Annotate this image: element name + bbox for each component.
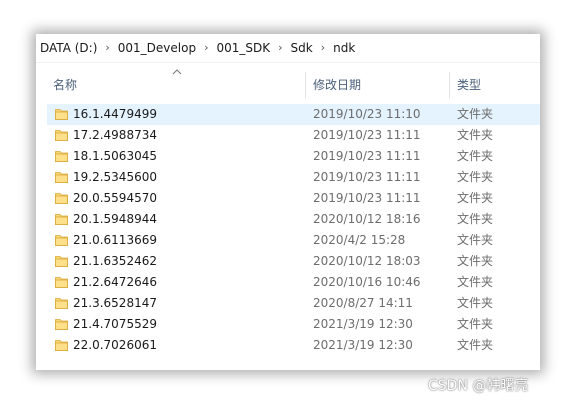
file-row[interactable]: 22.0.7026061 2021/3/19 12:30 文件夹 [47, 335, 540, 356]
file-name: 21.2.6472646 [73, 275, 157, 289]
file-row[interactable]: 20.1.5948944 2020/10/12 18:16 文件夹 [47, 209, 540, 230]
column-divider[interactable] [305, 72, 306, 99]
chevron-right-icon[interactable]: › [200, 37, 212, 59]
breadcrumb-item-sdk-folder[interactable]: 001_SDK [213, 37, 275, 59]
column-header-row: 名称 修改日期 类型 [36, 69, 540, 99]
chevron-right-icon[interactable]: › [101, 37, 113, 59]
folder-icon [55, 192, 68, 204]
breadcrumb-item-drive[interactable]: DATA (D:) [36, 37, 101, 59]
file-name: 21.3.6528147 [73, 296, 157, 310]
file-type: 文件夹 [457, 338, 494, 352]
file-type: 文件夹 [457, 275, 494, 289]
address-breadcrumb[interactable]: DATA (D:) › 001_Develop › 001_SDK › Sdk … [36, 34, 540, 63]
file-row[interactable]: 18.1.5063045 2019/10/23 11:11 文件夹 [47, 146, 540, 167]
file-type: 文件夹 [457, 233, 494, 247]
file-name: 22.0.7026061 [73, 338, 157, 352]
file-modified-date: 2019/10/23 11:11 [313, 149, 421, 163]
column-divider[interactable] [449, 72, 450, 99]
file-row[interactable]: 21.3.6528147 2020/8/27 14:11 文件夹 [47, 293, 540, 314]
file-row[interactable]: 20.0.5594570 2019/10/23 11:11 文件夹 [47, 188, 540, 209]
file-row[interactable]: 19.2.5345600 2019/10/23 11:11 文件夹 [47, 167, 540, 188]
file-name: 19.2.5345600 [73, 170, 157, 184]
file-row[interactable]: 16.1.4479499 2019/10/23 11:10 文件夹 [47, 104, 540, 125]
file-modified-date: 2019/10/23 11:10 [313, 107, 421, 121]
file-name: 17.2.4988734 [73, 128, 157, 142]
folder-icon [55, 297, 68, 309]
file-type: 文件夹 [457, 212, 494, 226]
file-name: 21.0.6113669 [73, 233, 157, 247]
file-type: 文件夹 [457, 191, 494, 205]
file-modified-date: 2020/4/2 15:28 [313, 233, 406, 247]
folder-icon [55, 255, 68, 267]
file-type: 文件夹 [457, 128, 494, 142]
column-header-name[interactable]: 名称 [53, 72, 77, 99]
breadcrumb-item-develop[interactable]: 001_Develop [114, 37, 200, 59]
file-row[interactable]: 21.0.6113669 2020/4/2 15:28 文件夹 [47, 230, 540, 251]
file-modified-date: 2020/10/12 18:03 [313, 254, 421, 268]
file-type: 文件夹 [457, 170, 494, 184]
file-type: 文件夹 [457, 254, 494, 268]
file-modified-date: 2019/10/23 11:11 [313, 128, 421, 142]
file-modified-date: 2021/3/19 12:30 [313, 338, 413, 352]
stage: DATA (D:) › 001_Develop › 001_SDK › Sdk … [0, 0, 575, 405]
sort-up-icon [172, 68, 182, 78]
breadcrumb-item-ndk[interactable]: ndk [329, 37, 359, 59]
file-modified-date: 2019/10/23 11:11 [313, 170, 421, 184]
column-header-type[interactable]: 类型 [457, 72, 481, 99]
file-row[interactable]: 21.4.7075529 2021/3/19 12:30 文件夹 [47, 314, 540, 335]
file-name: 21.1.6352462 [73, 254, 157, 268]
column-header-date[interactable]: 修改日期 [313, 72, 361, 99]
file-modified-date: 2019/10/23 11:11 [313, 191, 421, 205]
file-modified-date: 2020/8/27 14:11 [313, 296, 413, 310]
file-type: 文件夹 [457, 317, 494, 331]
breadcrumb-item-sdk[interactable]: Sdk [287, 37, 317, 59]
folder-icon [55, 339, 68, 351]
file-type: 文件夹 [457, 296, 494, 310]
chevron-right-icon[interactable]: › [317, 37, 329, 59]
file-name: 16.1.4479499 [73, 107, 157, 121]
file-explorer-window: DATA (D:) › 001_Develop › 001_SDK › Sdk … [36, 34, 540, 370]
chevron-right-icon[interactable]: › [274, 37, 286, 59]
folder-icon [55, 318, 68, 330]
file-type: 文件夹 [457, 107, 494, 121]
file-row[interactable]: 17.2.4988734 2019/10/23 11:11 文件夹 [47, 125, 540, 146]
folder-icon [55, 150, 68, 162]
file-row[interactable]: 21.1.6352462 2020/10/12 18:03 文件夹 [47, 251, 540, 272]
file-name: 18.1.5063045 [73, 149, 157, 163]
file-name: 20.1.5948944 [73, 212, 157, 226]
file-name: 20.0.5594570 [73, 191, 157, 205]
folder-icon [55, 234, 68, 246]
folder-icon [55, 276, 68, 288]
file-type: 文件夹 [457, 149, 494, 163]
folder-icon [55, 129, 68, 141]
file-modified-date: 2020/10/16 10:46 [313, 275, 421, 289]
watermark: CSDN @韩曙亮 [428, 378, 529, 394]
file-modified-date: 2021/3/19 12:30 [313, 317, 413, 331]
file-row[interactable]: 21.2.6472646 2020/10/16 10:46 文件夹 [47, 272, 540, 293]
folder-icon [55, 108, 68, 120]
file-modified-date: 2020/10/12 18:16 [313, 212, 421, 226]
folder-icon [55, 171, 68, 183]
file-name: 21.4.7075529 [73, 317, 157, 331]
folder-icon [55, 213, 68, 225]
